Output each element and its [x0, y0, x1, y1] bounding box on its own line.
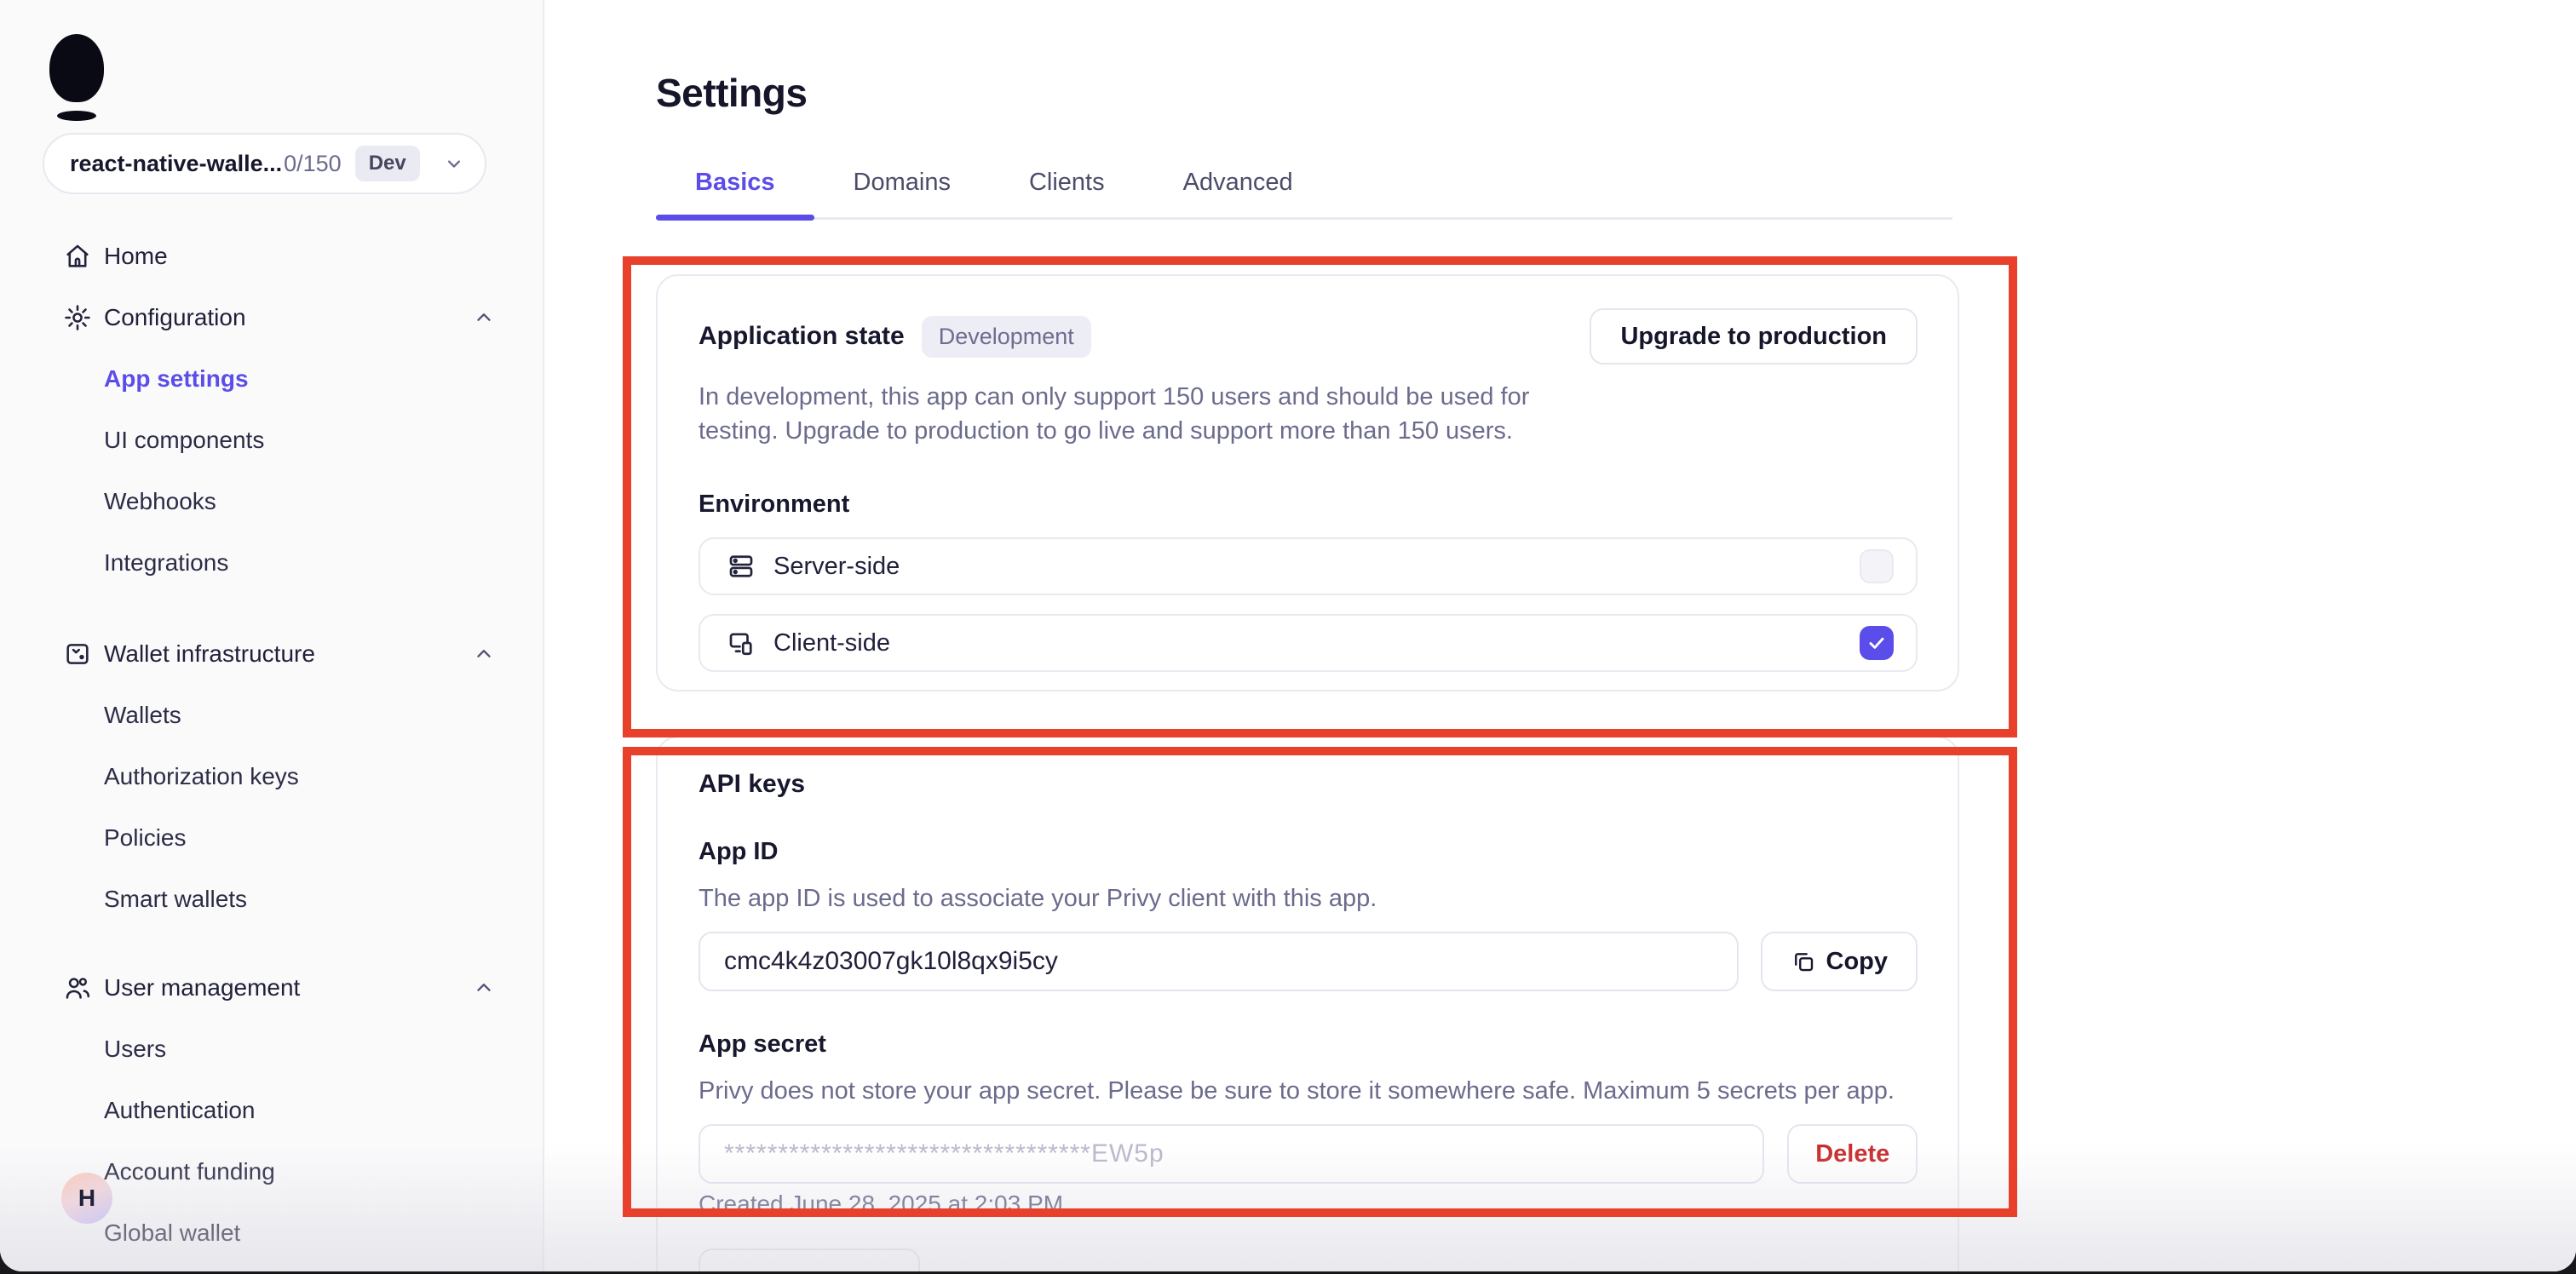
sidebar-item-label: Wallet infrastructure: [104, 640, 315, 668]
copy-button-label: Copy: [1826, 948, 1889, 976]
app-window: react-native-walle... 0/150 Dev Home: [0, 0, 2576, 1271]
sidebar-item-label: Configuration: [104, 304, 246, 331]
copy-icon: [1791, 949, 1816, 974]
client-devices-icon: [726, 628, 756, 658]
tab-advanced[interactable]: Advanced: [1144, 169, 1332, 217]
sidebar-nav: Home Configuration App settings UI compo…: [0, 226, 543, 1264]
users-icon: [63, 973, 92, 1002]
tab-basics[interactable]: Basics: [656, 169, 814, 217]
chevron-down-icon: [442, 152, 466, 175]
application-state-card: Application state Development Upgrade to…: [656, 274, 1959, 692]
sidebar-item-policies[interactable]: Policies: [0, 807, 543, 869]
tab-domains[interactable]: Domains: [814, 169, 990, 217]
api-keys-heading: API keys: [699, 770, 1918, 799]
secret-created-timestamp: Created June 28, 2025 at 2:03 PM.: [699, 1191, 1918, 1218]
check-icon: [1866, 632, 1888, 654]
home-icon: [63, 242, 92, 271]
project-name: react-native-walle...: [70, 151, 282, 177]
environment-option-client-side[interactable]: Client-side: [699, 614, 1918, 672]
environment-option-label: Server-side: [773, 553, 900, 581]
environment-option-server-side[interactable]: Server-side: [699, 537, 1918, 595]
page-title: Settings: [656, 0, 1959, 116]
app-secret-label: App secret: [699, 1030, 1918, 1059]
upgrade-to-production-button[interactable]: Upgrade to production: [1590, 308, 1918, 364]
chevron-up-icon: [473, 977, 495, 999]
environment-label: Environment: [699, 491, 1918, 519]
environment-option-label: Client-side: [773, 629, 890, 657]
sidebar-item-wallets[interactable]: Wallets: [0, 685, 543, 746]
copy-app-id-button[interactable]: Copy: [1761, 932, 1918, 991]
sidebar-item-label: User management: [104, 974, 300, 1001]
sidebar-item-label: Home: [104, 243, 168, 270]
sidebar-item-ui-components[interactable]: UI components: [0, 410, 543, 471]
app-id-description: The app ID is used to associate your Pri…: [699, 885, 1918, 913]
api-keys-card: API keys App ID The app ID is used to as…: [656, 736, 1959, 1271]
chevron-up-icon: [473, 643, 495, 665]
sidebar-item-home[interactable]: Home: [0, 226, 543, 287]
sidebar-item-wallet-infrastructure[interactable]: Wallet infrastructure: [0, 623, 543, 685]
privy-logo[interactable]: [49, 34, 109, 136]
sidebar-item-user-management[interactable]: User management: [0, 957, 543, 1019]
tab-clients[interactable]: Clients: [990, 169, 1144, 217]
sidebar-item-authentication[interactable]: Authentication: [0, 1080, 543, 1141]
privy-dashboard: react-native-walle... 0/150 Dev Home: [0, 0, 2576, 1274]
project-switcher[interactable]: react-native-walle... 0/150 Dev: [43, 133, 486, 194]
main-panel: Settings Basics Domains Clients Advanced…: [546, 0, 2576, 1271]
wallet-cards-icon: [63, 640, 92, 669]
development-badge: Development: [922, 316, 1091, 358]
app-secret-description: Privy does not store your app secret. Pl…: [699, 1077, 1918, 1105]
env-badge: Dev: [355, 146, 420, 181]
gear-icon: [63, 303, 92, 332]
project-usage: 0/150: [284, 151, 342, 177]
sidebar-item-smart-wallets[interactable]: Smart wallets: [0, 869, 543, 930]
app-secret-input[interactable]: [699, 1124, 1764, 1184]
sidebar-item-configuration[interactable]: Configuration: [0, 287, 543, 348]
server-side-checkbox[interactable]: [1860, 549, 1894, 583]
new-secret-button-partial[interactable]: [699, 1248, 920, 1271]
app-id-label: App ID: [699, 838, 1918, 866]
sidebar-item-app-settings[interactable]: App settings: [0, 348, 543, 410]
settings-tabs: Basics Domains Clients Advanced: [656, 169, 1952, 220]
application-state-heading: Application state: [699, 322, 905, 351]
user-avatar[interactable]: H: [61, 1173, 112, 1224]
app-id-input[interactable]: [699, 932, 1739, 991]
privy-egg-icon: [49, 34, 104, 102]
privy-egg-shadow: [57, 111, 96, 121]
application-state-description: In development, this app can only suppor…: [699, 380, 1546, 448]
client-side-checkbox[interactable]: [1860, 626, 1894, 660]
sidebar-item-integrations[interactable]: Integrations: [0, 532, 543, 594]
sidebar-item-webhooks[interactable]: Webhooks: [0, 471, 543, 532]
sidebar-item-users[interactable]: Users: [0, 1019, 543, 1080]
server-icon: [726, 551, 756, 582]
chevron-up-icon: [473, 307, 495, 329]
sidebar-item-authorization-keys[interactable]: Authorization keys: [0, 746, 543, 807]
delete-secret-button[interactable]: Delete: [1787, 1124, 1918, 1184]
sidebar: react-native-walle... 0/150 Dev Home: [0, 0, 544, 1271]
